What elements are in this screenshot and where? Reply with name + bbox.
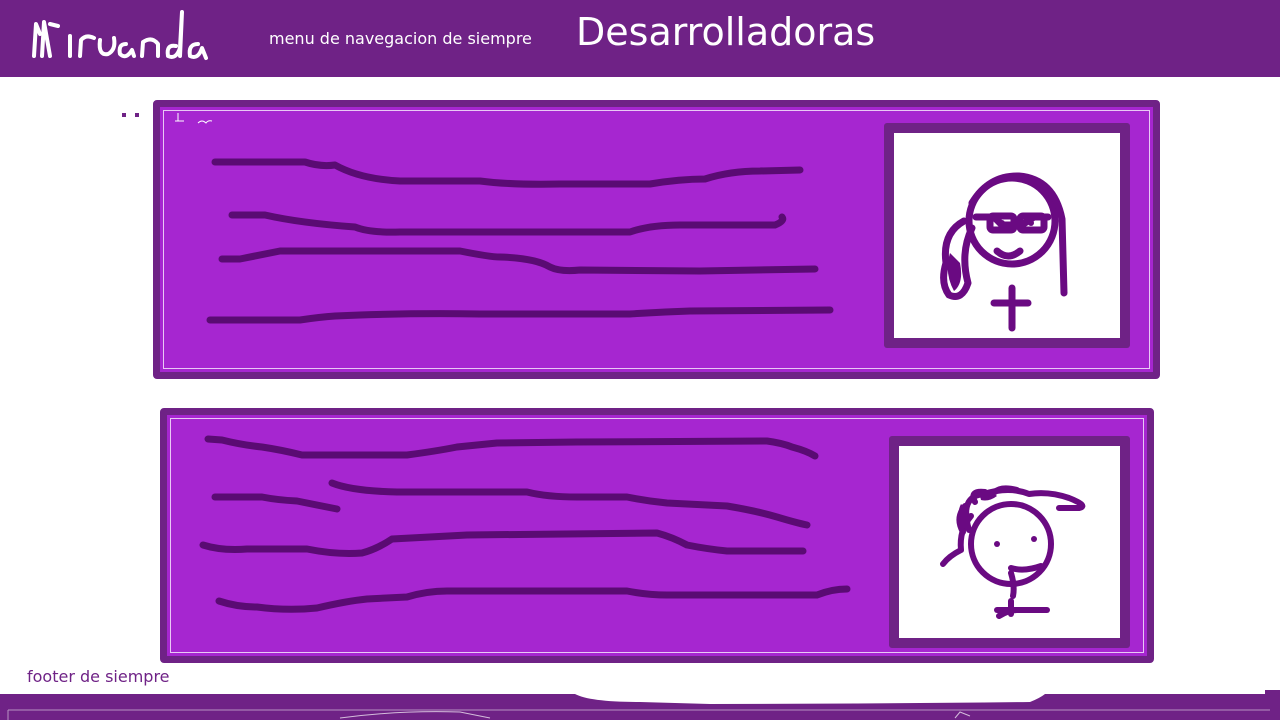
- header-bar: menu de navegacion de siempre Desarrolla…: [0, 0, 1280, 77]
- miranda-logo[interactable]: [26, 4, 216, 70]
- nav-menu-text[interactable]: menu de navegacion de siempre: [269, 29, 532, 48]
- footer-bar: [0, 690, 1280, 720]
- developer-photo-frame-1: [884, 123, 1130, 348]
- woman-with-curly-hair-avatar-icon: [940, 485, 1086, 619]
- page-title: Desarrolladoras: [576, 10, 876, 54]
- developer-card-2[interactable]: [160, 408, 1154, 663]
- developer-photo-1[interactable]: [894, 133, 1120, 338]
- developer-photo-2[interactable]: [899, 446, 1120, 638]
- developer-photo-frame-2: [889, 436, 1130, 648]
- woman-with-glasses-avatar-icon: [940, 172, 1068, 332]
- footer-text[interactable]: footer de siempre: [27, 667, 170, 686]
- decorative-dots: [122, 113, 139, 117]
- developer-card-1[interactable]: [153, 100, 1160, 379]
